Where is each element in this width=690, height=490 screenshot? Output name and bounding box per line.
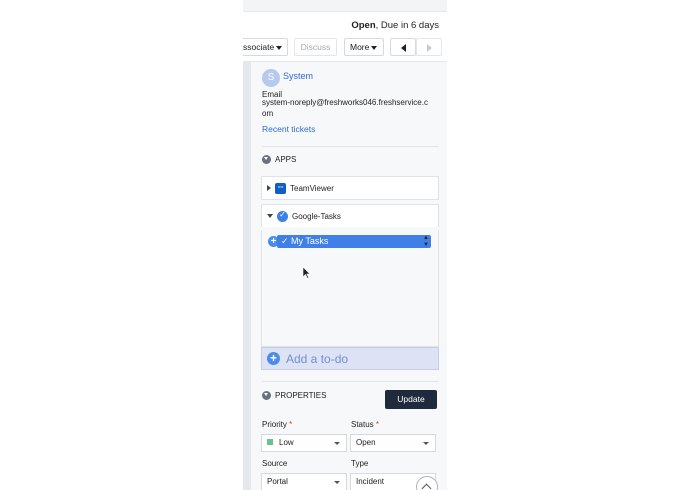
chevron-down-icon <box>423 442 429 445</box>
avatar: S <box>262 69 280 87</box>
app-row[interactable]: Google-Tasks <box>262 205 438 227</box>
app-row[interactable]: TeamViewer <box>262 177 438 199</box>
collapse-icon <box>262 391 271 400</box>
ticket-status: Open, Due in 6 days <box>351 20 439 31</box>
divider <box>262 381 439 382</box>
properties-section-toggle[interactable]: PROPERTIES <box>262 391 326 400</box>
chevron-down-icon <box>371 45 378 50</box>
chevron-down-icon <box>276 45 283 50</box>
status-select[interactable]: Open <box>350 434 436 452</box>
email-value: system-noreply@freshworks046.freshservic… <box>262 98 428 118</box>
collapse-icon <box>267 214 273 218</box>
expand-icon <box>267 185 271 191</box>
collapse-icon <box>262 155 271 164</box>
chevron-down-icon <box>334 481 340 484</box>
checkmark-icon: ✓ <box>281 236 292 246</box>
ticket-detail-panel: Open, Due in 6 days ssociate Discuss Mor… <box>243 0 447 490</box>
source-label: Source <box>262 459 288 468</box>
divider <box>262 146 439 147</box>
screen: Open, Due in 6 days ssociate Discuss Mor… <box>0 0 690 490</box>
source-select[interactable]: Portal <box>261 473 347 490</box>
associate-button[interactable]: ssociate <box>243 38 288 56</box>
add-todo-button[interactable]: + Add a to-do <box>261 347 439 370</box>
mouse-pointer-icon <box>303 267 311 279</box>
type-label: Type <box>351 459 369 468</box>
chevron-left-icon <box>400 43 406 52</box>
teamviewer-icon <box>275 181 286 194</box>
panel-left-border <box>243 62 251 490</box>
google-tasks-icon <box>277 210 288 222</box>
previous-ticket-button[interactable] <box>390 38 416 56</box>
app-teamviewer[interactable]: TeamViewer <box>261 176 439 200</box>
chevron-right-icon <box>426 43 432 52</box>
requester-name-link[interactable]: System <box>283 71 313 81</box>
top-strip <box>243 0 447 12</box>
apps-section-toggle[interactable]: APPS <box>262 155 296 164</box>
update-button[interactable]: Update <box>385 390 437 409</box>
next-ticket-button[interactable] <box>416 38 442 56</box>
app-google-tasks[interactable]: Google-Tasks <box>261 204 439 227</box>
task-list-select[interactable]: ✓ My Tasks ▲ ▼ <box>277 235 431 248</box>
select-arrows-icon: ▲ ▼ <box>423 235 429 248</box>
status-label: Status * <box>351 420 380 429</box>
priority-select[interactable]: Low <box>261 434 347 452</box>
ticket-toolbar: Open, Due in 6 days ssociate Discuss Mor… <box>243 0 447 62</box>
priority-color-swatch <box>267 438 273 445</box>
priority-label: Priority * <box>262 420 293 429</box>
more-button[interactable]: More <box>344 38 384 56</box>
plus-icon: + <box>267 352 280 365</box>
chevron-down-icon <box>334 442 340 445</box>
discuss-button[interactable]: Discuss <box>294 38 337 56</box>
sidebar-body: S System Email system-noreply@freshworks… <box>251 62 447 490</box>
recent-tickets-link[interactable]: Recent tickets <box>262 124 315 134</box>
